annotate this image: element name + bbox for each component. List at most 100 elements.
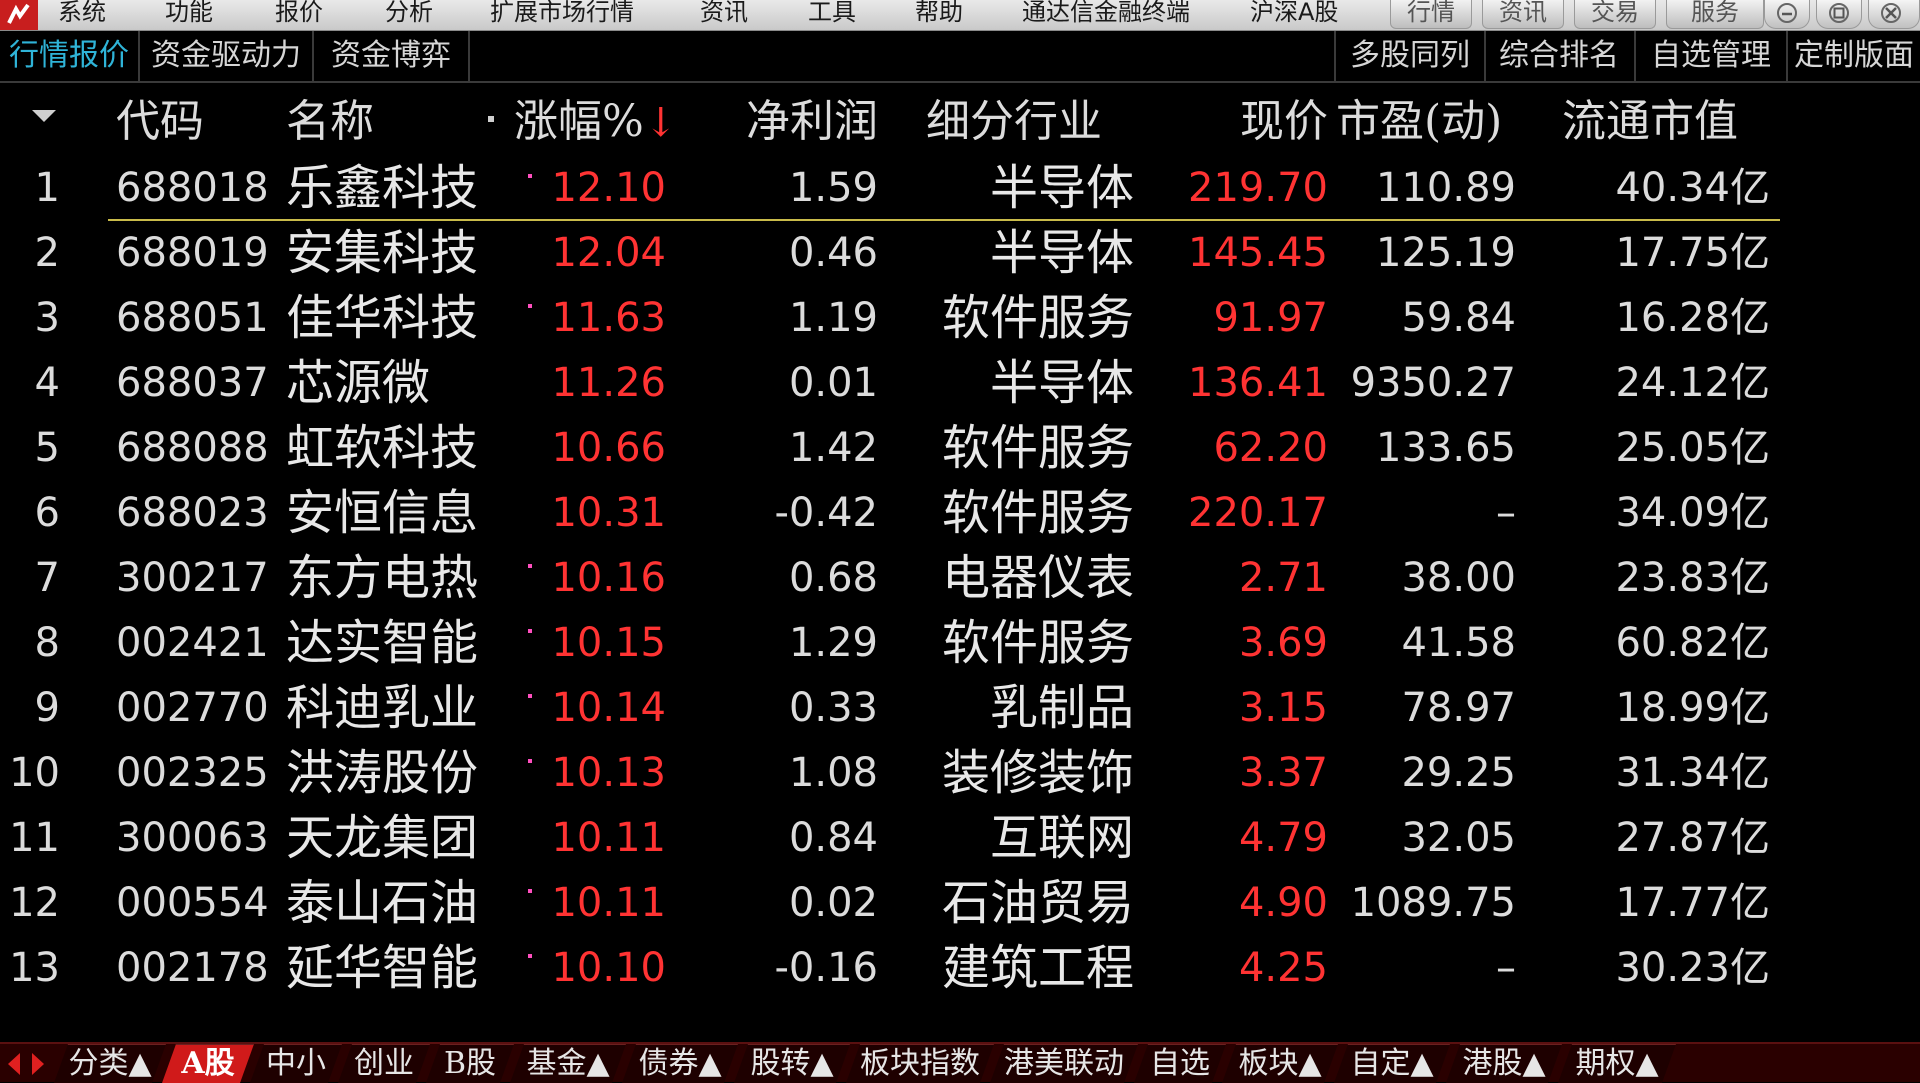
table-row[interactable]: 12 000554 泰山石油 10.11 0.02 石油贸易 4.90 1089.75 17.7… <box>0 871 1920 936</box>
tab-quote-list[interactable]: 行情报价 <box>0 31 140 81</box>
minimize-icon[interactable] <box>1764 0 1810 29</box>
current-price: 62.20 <box>1213 425 1328 471</box>
table-row[interactable]: 6 688023 安恒信息 10.31 -0.42 软件服务 220.17 – 34.09亿 <box>0 481 1920 546</box>
row-index: 4 <box>34 360 60 406</box>
stock-code: 300063 <box>116 815 269 861</box>
header-float-mcap[interactable]: 流通市值 <box>1562 92 1738 152</box>
change-percent: 11.26 <box>551 360 666 406</box>
category-tab[interactable]: 中小 <box>250 1044 342 1083</box>
pe-ratio: 78.97 <box>1401 685 1516 731</box>
app-logo-icon[interactable] <box>0 0 38 30</box>
stock-name: 乐鑫科技 <box>286 160 479 216</box>
tab-custom-layout[interactable]: 定制版面 <box>1788 31 1920 81</box>
table-row[interactable]: 5 688088 虹软科技 10.66 1.42 软件服务 62.20 133.65 25.05… <box>0 416 1920 481</box>
float-market-cap: 27.87亿 <box>1615 815 1770 861</box>
window-tab-service[interactable]: 服务 <box>1666 0 1764 29</box>
tab-ranking[interactable]: 综合排名 <box>1484 31 1636 81</box>
category-tab[interactable]: 基金▲ <box>510 1044 626 1083</box>
header-net-profit[interactable]: 净利润 <box>700 92 878 152</box>
category-tab[interactable]: 港股▲ <box>1446 1044 1562 1083</box>
header-code[interactable]: 代码 <box>116 92 204 152</box>
header-industry[interactable]: 细分行业 <box>926 92 1102 152</box>
tab-multi-stock[interactable]: 多股同列 <box>1334 31 1486 81</box>
net-profit: 1.08 <box>788 750 878 796</box>
close-icon[interactable] <box>1868 0 1920 29</box>
menu-help[interactable]: 帮助 <box>915 0 963 30</box>
stock-code: 688051 <box>116 295 269 341</box>
net-profit: 0.33 <box>788 685 878 731</box>
table-row[interactable]: 1 688018 乐鑫科技 12.10 1.59 半导体 219.70 110.89 40.34… <box>0 156 1920 221</box>
window-tab-news[interactable]: 资讯 <box>1482 0 1564 29</box>
category-tab[interactable]: 自定▲ <box>1334 1044 1450 1083</box>
table-row[interactable]: 7 300217 东方电热 10.16 0.68 电器仪表 2.71 38.00 23.83亿 <box>0 546 1920 611</box>
stock-code: 002325 <box>116 750 269 796</box>
row-index: 13 <box>9 945 60 991</box>
header-change[interactable]: 涨幅%↓ <box>514 92 677 152</box>
menu-quote[interactable]: 报价 <box>275 0 323 30</box>
window-tab-quote[interactable]: 行情 <box>1390 0 1472 29</box>
pe-ratio: 110.89 <box>1376 165 1516 211</box>
stock-name: 泰山石油 <box>286 875 479 931</box>
change-percent: 12.10 <box>551 165 666 211</box>
stock-name: 科迪乳业 <box>286 680 479 736</box>
category-tab[interactable]: 板块▲ <box>1222 1044 1338 1083</box>
category-tab[interactable]: 自选 <box>1134 1044 1226 1083</box>
flag-dot-icon <box>528 174 532 178</box>
scroll-right-icon[interactable] <box>28 1050 48 1078</box>
current-price: 3.69 <box>1238 620 1328 666</box>
table-row[interactable]: 11 300063 天龙集团 10.11 0.84 互联网 4.79 32.05 27.87亿 <box>0 806 1920 871</box>
window-tab-trade[interactable]: 交易 <box>1574 0 1656 29</box>
header-pe[interactable]: 市盈(动) <box>1336 92 1502 152</box>
row-index: 10 <box>9 750 60 796</box>
category-tab[interactable]: 股转▲ <box>734 1044 850 1083</box>
industry: 石油贸易 <box>941 875 1134 931</box>
tab-fund-game[interactable]: 资金博弈 <box>314 31 470 81</box>
maximize-icon[interactable] <box>1816 0 1862 29</box>
menu-tools[interactable]: 工具 <box>808 0 856 30</box>
table-row[interactable]: 8 002421 达实智能 10.15 1.29 软件服务 3.69 41.58 60.82亿 <box>0 611 1920 676</box>
scroll-left-icon[interactable] <box>4 1050 24 1078</box>
category-tab[interactable]: 港美联动 <box>990 1044 1138 1083</box>
category-tab[interactable]: 期权▲ <box>1558 1044 1676 1083</box>
category-tab[interactable]: 债券▲ <box>622 1044 738 1083</box>
menu-extended-market[interactable]: 扩展市场行情 <box>490 0 634 30</box>
stock-name: 洪涛股份 <box>286 745 479 801</box>
table-row[interactable]: 4 688037 芯源微 11.26 0.01 半导体 136.41 9350.27 24.12… <box>0 351 1920 416</box>
category-tab[interactable]: 板块指数 <box>846 1044 994 1083</box>
header-price[interactable]: 现价 <box>1160 92 1328 152</box>
table-row[interactable]: 3 688051 佳华科技 11.63 1.19 软件服务 91.97 59.84 16.28亿 <box>0 286 1920 351</box>
menu-function[interactable]: 功能 <box>165 0 213 30</box>
net-profit: -0.16 <box>774 945 879 991</box>
table-row[interactable]: 13 002178 延华智能 10.10 -0.16 建筑工程 4.25 – 30.23亿 <box>0 936 1920 1001</box>
header-name[interactable]: 名称 <box>286 92 374 152</box>
pe-ratio: 41.58 <box>1401 620 1516 666</box>
menu-system[interactable]: 系统 <box>58 0 106 30</box>
table-row[interactable]: 2 688019 安集科技 12.04 0.46 半导体 145.45 125.19 17.75… <box>0 221 1920 286</box>
category-tab[interactable]: B股 <box>426 1044 514 1083</box>
change-percent: 10.15 <box>551 620 666 666</box>
stock-name: 东方电热 <box>286 550 479 606</box>
menu-analysis[interactable]: 分析 <box>385 0 433 30</box>
flag-dot-icon <box>528 694 532 698</box>
table-row[interactable]: 10 002325 洪涛股份 10.13 1.08 装修装饰 3.37 29.25 31.34亿 <box>0 741 1920 806</box>
tab-fund-driver[interactable]: 资金驱动力 <box>140 31 314 81</box>
category-tab[interactable]: A股 <box>162 1044 254 1083</box>
sort-desc-icon: ↓ <box>643 100 678 146</box>
float-market-cap: 16.28亿 <box>1615 295 1770 341</box>
menu-news[interactable]: 资讯 <box>700 0 748 30</box>
current-price: 4.79 <box>1238 815 1328 861</box>
market-category-bar: 分类▲ A股 中小 创业 B股 基金▲ 债券▲ 股转▲ 板块指数 港美联动 自选 板块▲ 自定▲ 港股▲ 期… <box>0 1042 1920 1082</box>
tab-watchlist-mgmt[interactable]: 自选管理 <box>1636 31 1788 81</box>
current-price: 3.37 <box>1238 750 1328 796</box>
row-index: 6 <box>34 490 60 536</box>
current-price: 4.90 <box>1238 880 1328 926</box>
pe-ratio: 125.19 <box>1376 230 1516 276</box>
table-row[interactable]: 9 002770 科迪乳业 10.14 0.33 乳制品 3.15 78.97 18.99亿 <box>0 676 1920 741</box>
pe-ratio: 29.25 <box>1401 750 1516 796</box>
category-tab[interactable]: 分类▲ <box>54 1044 166 1083</box>
current-price: 3.15 <box>1238 685 1328 731</box>
category-tab[interactable]: 创业 <box>338 1044 430 1083</box>
industry: 半导体 <box>989 160 1134 216</box>
change-percent: 10.16 <box>551 555 666 601</box>
net-profit: 0.02 <box>788 880 878 926</box>
